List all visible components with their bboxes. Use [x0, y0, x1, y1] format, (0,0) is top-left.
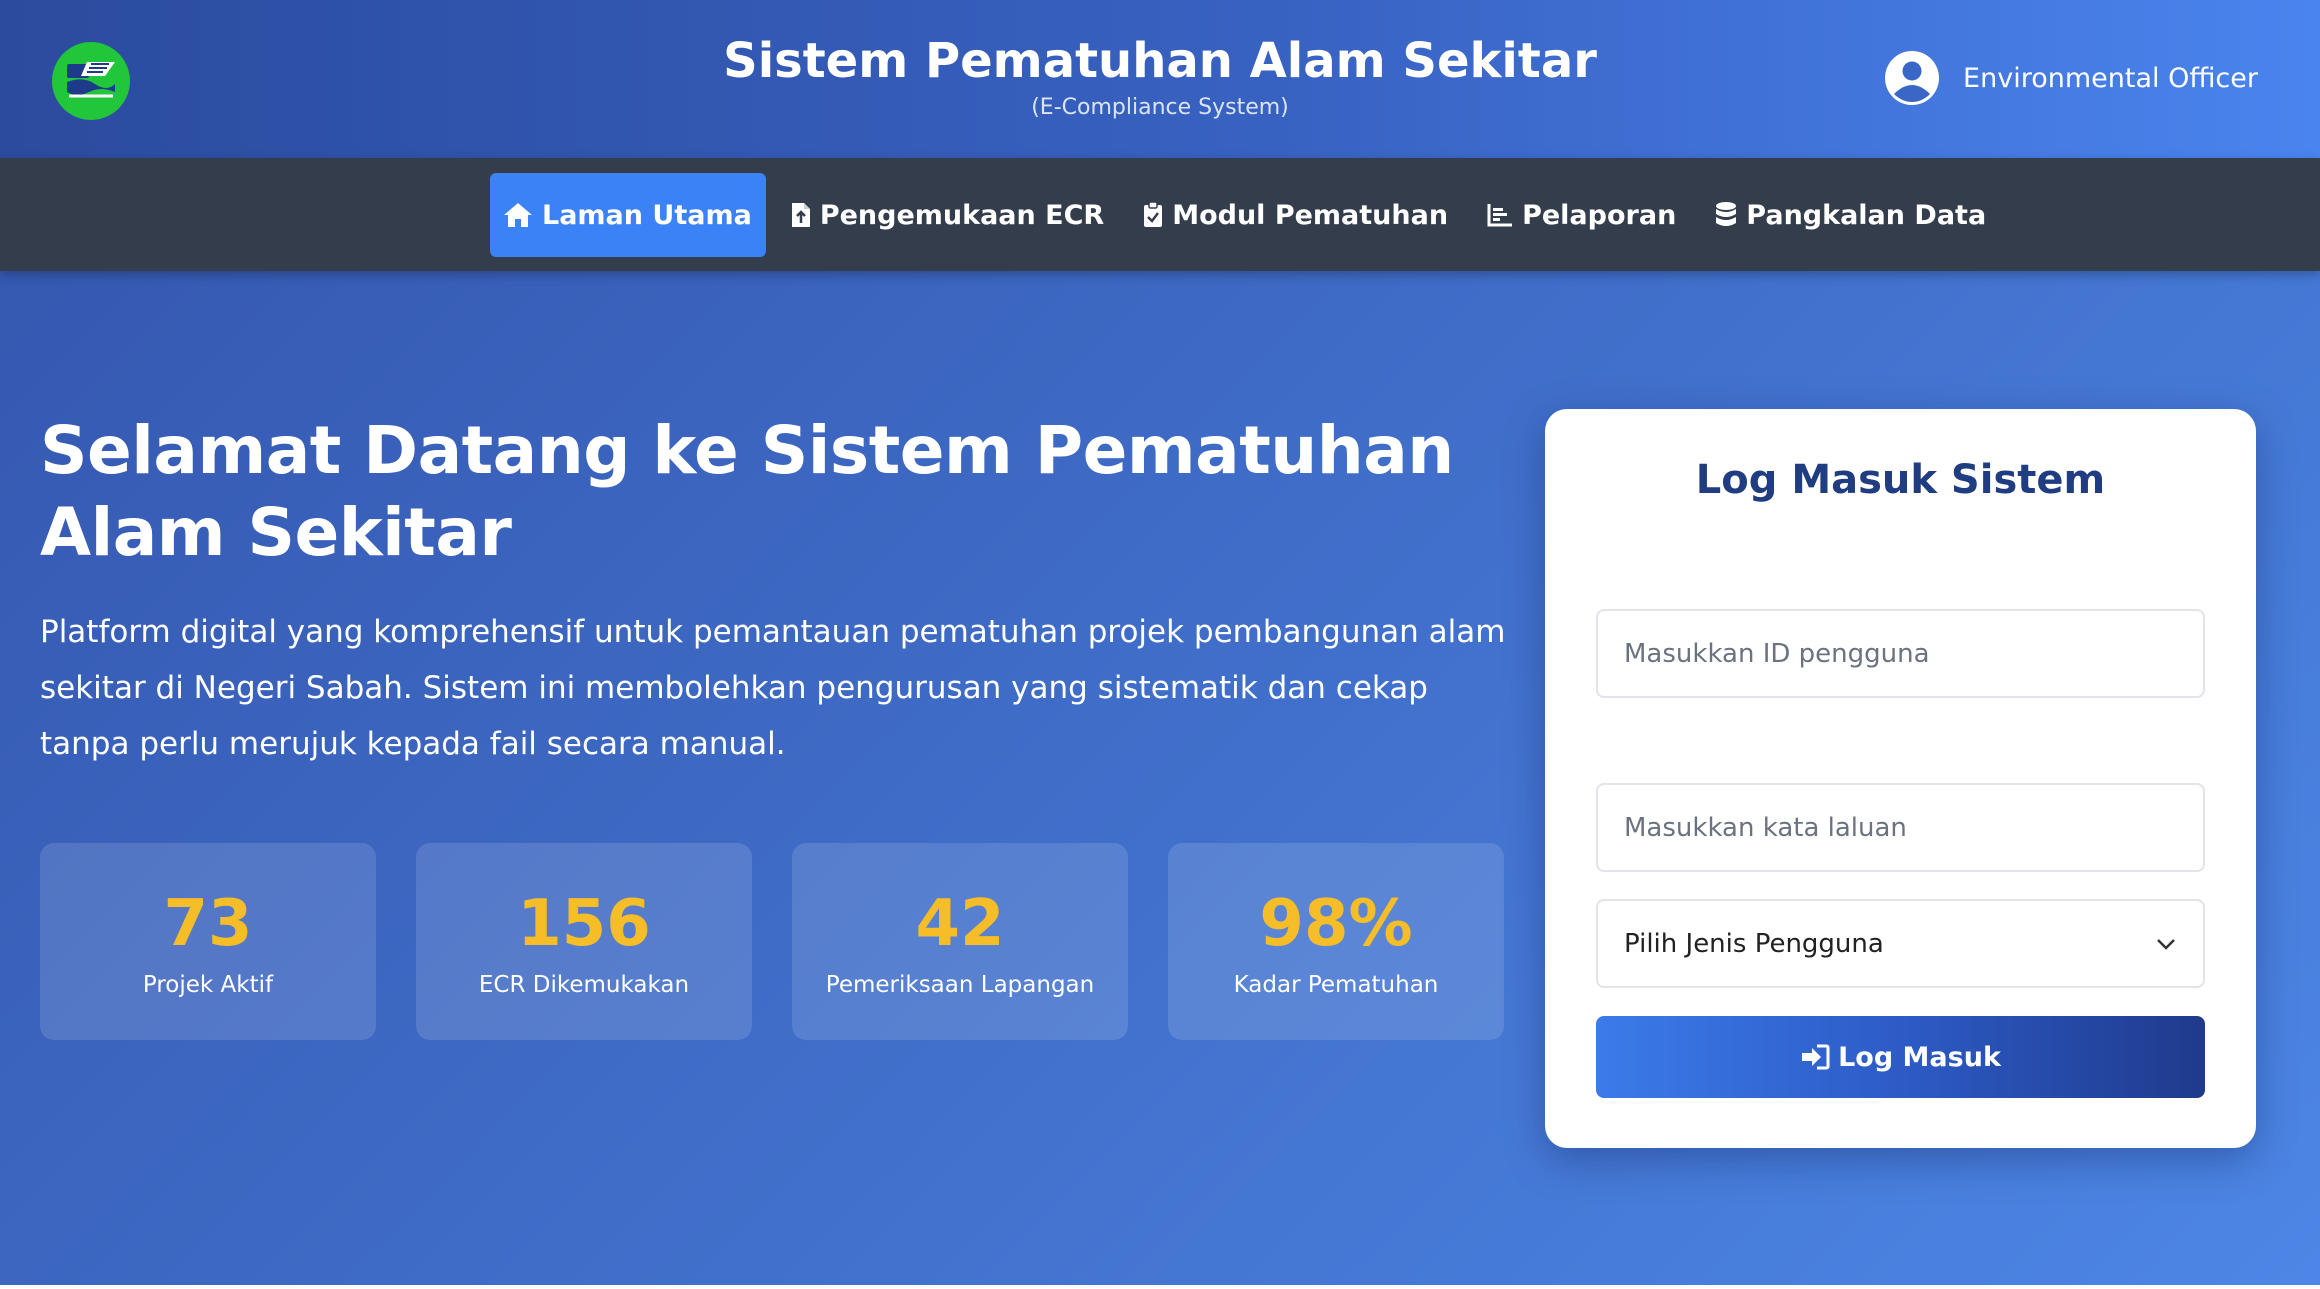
home-icon: [504, 203, 532, 227]
user-circle-icon: [1885, 51, 1940, 105]
nav-item-laman-utama[interactable]: Laman Utama: [490, 173, 766, 257]
header: Sistem Pematuhan Alam Sekitar (E-Complia…: [0, 0, 2320, 158]
stat-value: 156: [517, 886, 651, 961]
nav-item-label: Modul Pematuhan: [1172, 199, 1449, 231]
chevron-down-icon: [2157, 938, 2175, 950]
database-icon: [1716, 202, 1737, 226]
user-menu[interactable]: Environmental Officer: [1883, 47, 2258, 109]
nav-item-label: Pengemukaan ECR: [819, 199, 1105, 231]
nav-item-pelaporan[interactable]: Pelaporan: [1472, 173, 1690, 257]
stat-card-projek-aktif: 73 Projek Aktif: [40, 843, 376, 1040]
nav-item-modul-pematuhan[interactable]: Modul Pematuhan: [1128, 173, 1462, 257]
login-button[interactable]: Log Masuk: [1596, 1016, 2205, 1098]
password-input[interactable]: [1596, 783, 2205, 872]
nav-item-label: Pelaporan: [1522, 199, 1677, 231]
bar-chart-icon: [1487, 204, 1513, 227]
nav-item-pengemukaan-ecr[interactable]: Pengemukaan ECR: [776, 173, 1118, 257]
stat-label: Pemeriksaan Lapangan: [825, 971, 1095, 998]
user-name: Environmental Officer: [1963, 62, 2258, 94]
stat-label: ECR Dikemukakan: [478, 971, 690, 998]
nav-item-label: Laman Utama: [542, 199, 752, 231]
sign-in-icon: [1802, 1044, 1830, 1070]
file-upload-icon: [791, 203, 810, 227]
nav-item-label: Pangkalan Data: [1746, 199, 1987, 231]
stats-row: 73 Projek Aktif 156 ECR Dikemukakan 42 P…: [40, 843, 1504, 1040]
nav-item-pangkalan-data[interactable]: Pangkalan Data: [1700, 173, 2000, 257]
nav-items: Laman Utama Pengemukaan ECR Modul Pematu…: [490, 173, 2000, 257]
stat-card-kadar-pematuhan: 98% Kadar Pematuhan: [1168, 843, 1504, 1040]
user-id-input[interactable]: [1596, 609, 2205, 698]
hero-description: Platform digital yang komprehensif untuk…: [40, 614, 1506, 762]
login-card: Log Masuk Sistem Pilih Jenis Pengguna Lo…: [1545, 409, 2256, 1148]
clipboard-check-icon: [1144, 201, 1163, 227]
app-root: Sistem Pematuhan Alam Sekitar (E-Complia…: [0, 0, 2320, 1285]
stat-label: Projek Aktif: [142, 971, 274, 998]
user-type-selected: Pilih Jenis Pengguna: [1624, 928, 1884, 959]
login-title: Log Masuk Sistem: [1695, 457, 2106, 503]
stat-value: 42: [915, 886, 1005, 961]
login-button-label: Log Masuk: [1838, 1041, 2001, 1073]
main-nav: Laman Utama Pengemukaan ECR Modul Pematu…: [0, 158, 2320, 271]
hero-title: Selamat Datang ke Sistem Pematuhan Alam …: [40, 412, 1454, 571]
user-type-select[interactable]: Pilih Jenis Pengguna: [1596, 899, 2205, 988]
stat-card-ecr-dikemukakan: 156 ECR Dikemukakan: [416, 843, 752, 1040]
stat-value: 73: [163, 886, 253, 961]
stat-label: Kadar Pematuhan: [1233, 971, 1439, 998]
hero-section: Selamat Datang ke Sistem Pematuhan Alam …: [40, 410, 1520, 772]
stat-card-pemeriksaan-lapangan: 42 Pemeriksaan Lapangan: [792, 843, 1128, 1040]
stat-value: 98%: [1259, 886, 1413, 961]
